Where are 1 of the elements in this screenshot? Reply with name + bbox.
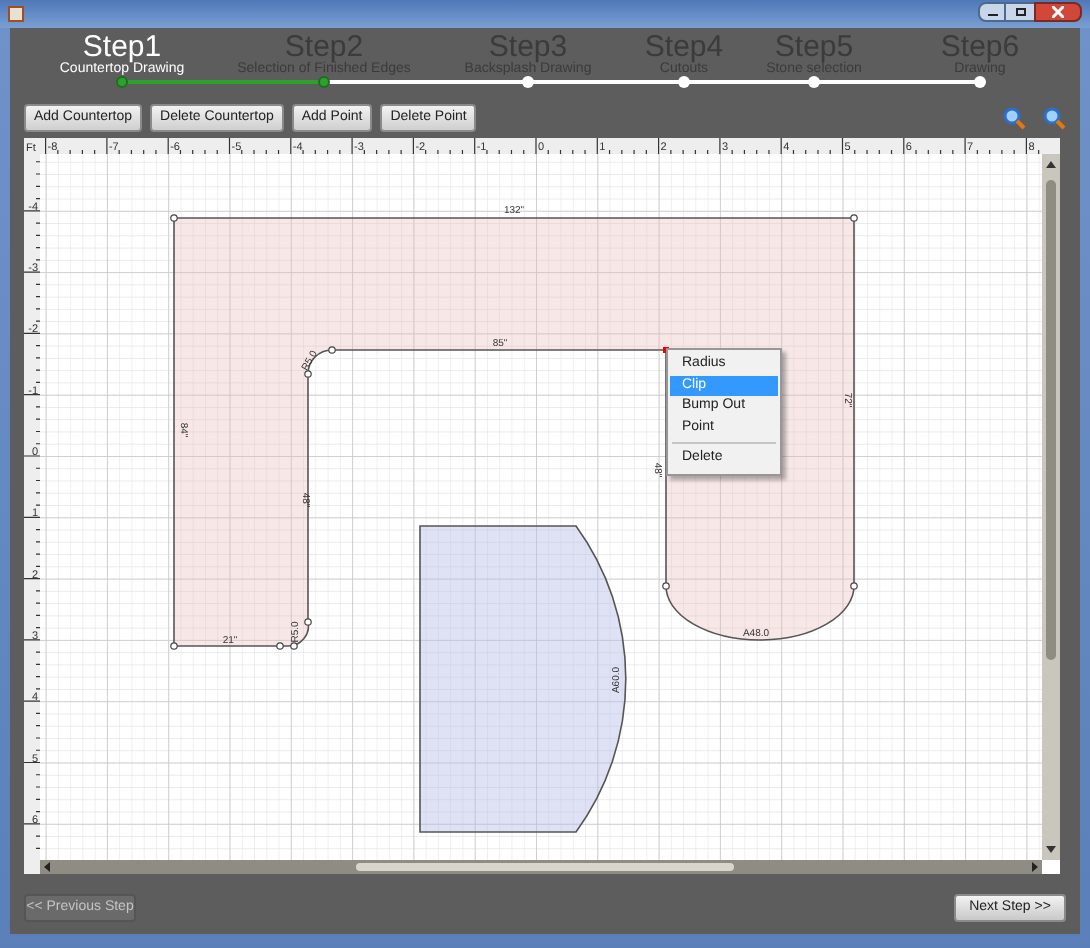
step-title: Step1 xyxy=(82,32,162,62)
